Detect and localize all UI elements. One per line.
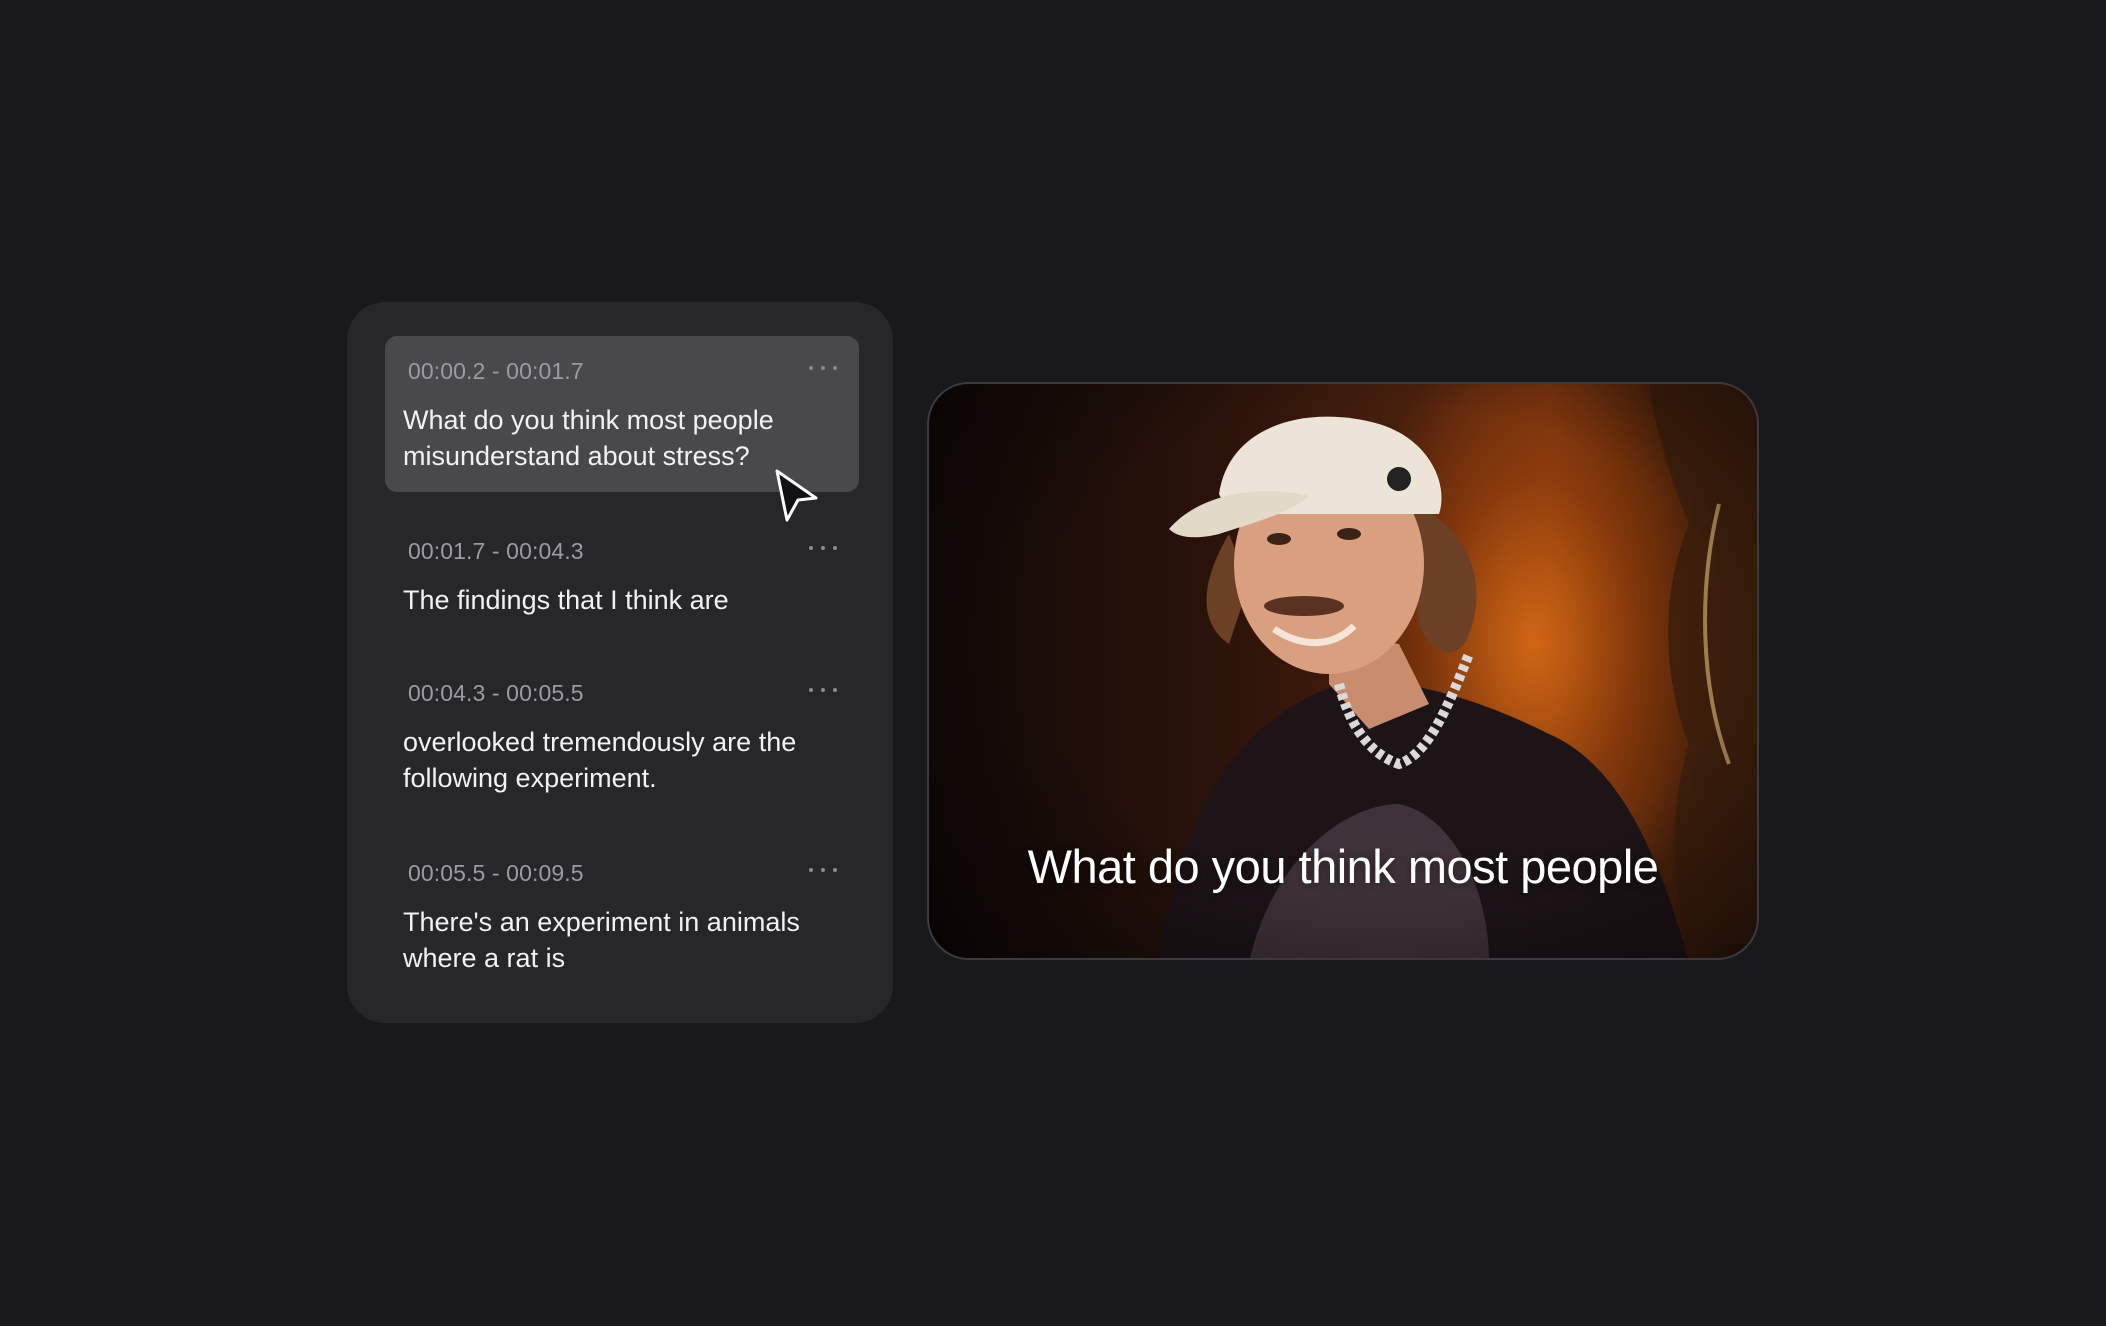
segment-timestamp: 00:05.5 - 00:09.5 — [408, 860, 584, 886]
transcript-panel: 00:00.2 - 00:01.7 What do you think most… — [347, 302, 893, 1023]
mouse-pointer-icon — [775, 469, 818, 522]
canvas: 00:00.2 - 00:01.7 What do you think most… — [0, 0, 2106, 1326]
transcript-segment-2[interactable]: 00:01.7 - 00:04.3 The findings that I th… — [385, 516, 859, 636]
video-caption: What do you think most people — [1027, 840, 1659, 893]
more-horizontal-icon[interactable] — [809, 860, 837, 880]
segment-text[interactable]: What do you think most people misunderst… — [403, 402, 843, 474]
segment-text[interactable]: The findings that I think are — [403, 582, 843, 618]
more-horizontal-icon[interactable] — [809, 358, 837, 378]
more-horizontal-icon[interactable] — [809, 538, 837, 558]
more-horizontal-icon[interactable] — [809, 680, 837, 700]
segment-timestamp: 00:04.3 - 00:05.5 — [408, 680, 584, 706]
transcript-segment-3[interactable]: 00:04.3 - 00:05.5 overlooked tremendousl… — [385, 658, 859, 814]
segment-text[interactable]: There's an experiment in animals where a… — [403, 904, 843, 976]
transcript-segment-4[interactable]: 00:05.5 - 00:09.5 There's an experiment … — [385, 838, 859, 994]
segment-text[interactable]: overlooked tremendously are the followin… — [403, 724, 843, 796]
segment-timestamp: 00:01.7 - 00:04.3 — [408, 538, 584, 564]
video-preview[interactable]: What do you think most people — [927, 382, 1759, 960]
segment-timestamp: 00:00.2 - 00:01.7 — [408, 358, 584, 384]
